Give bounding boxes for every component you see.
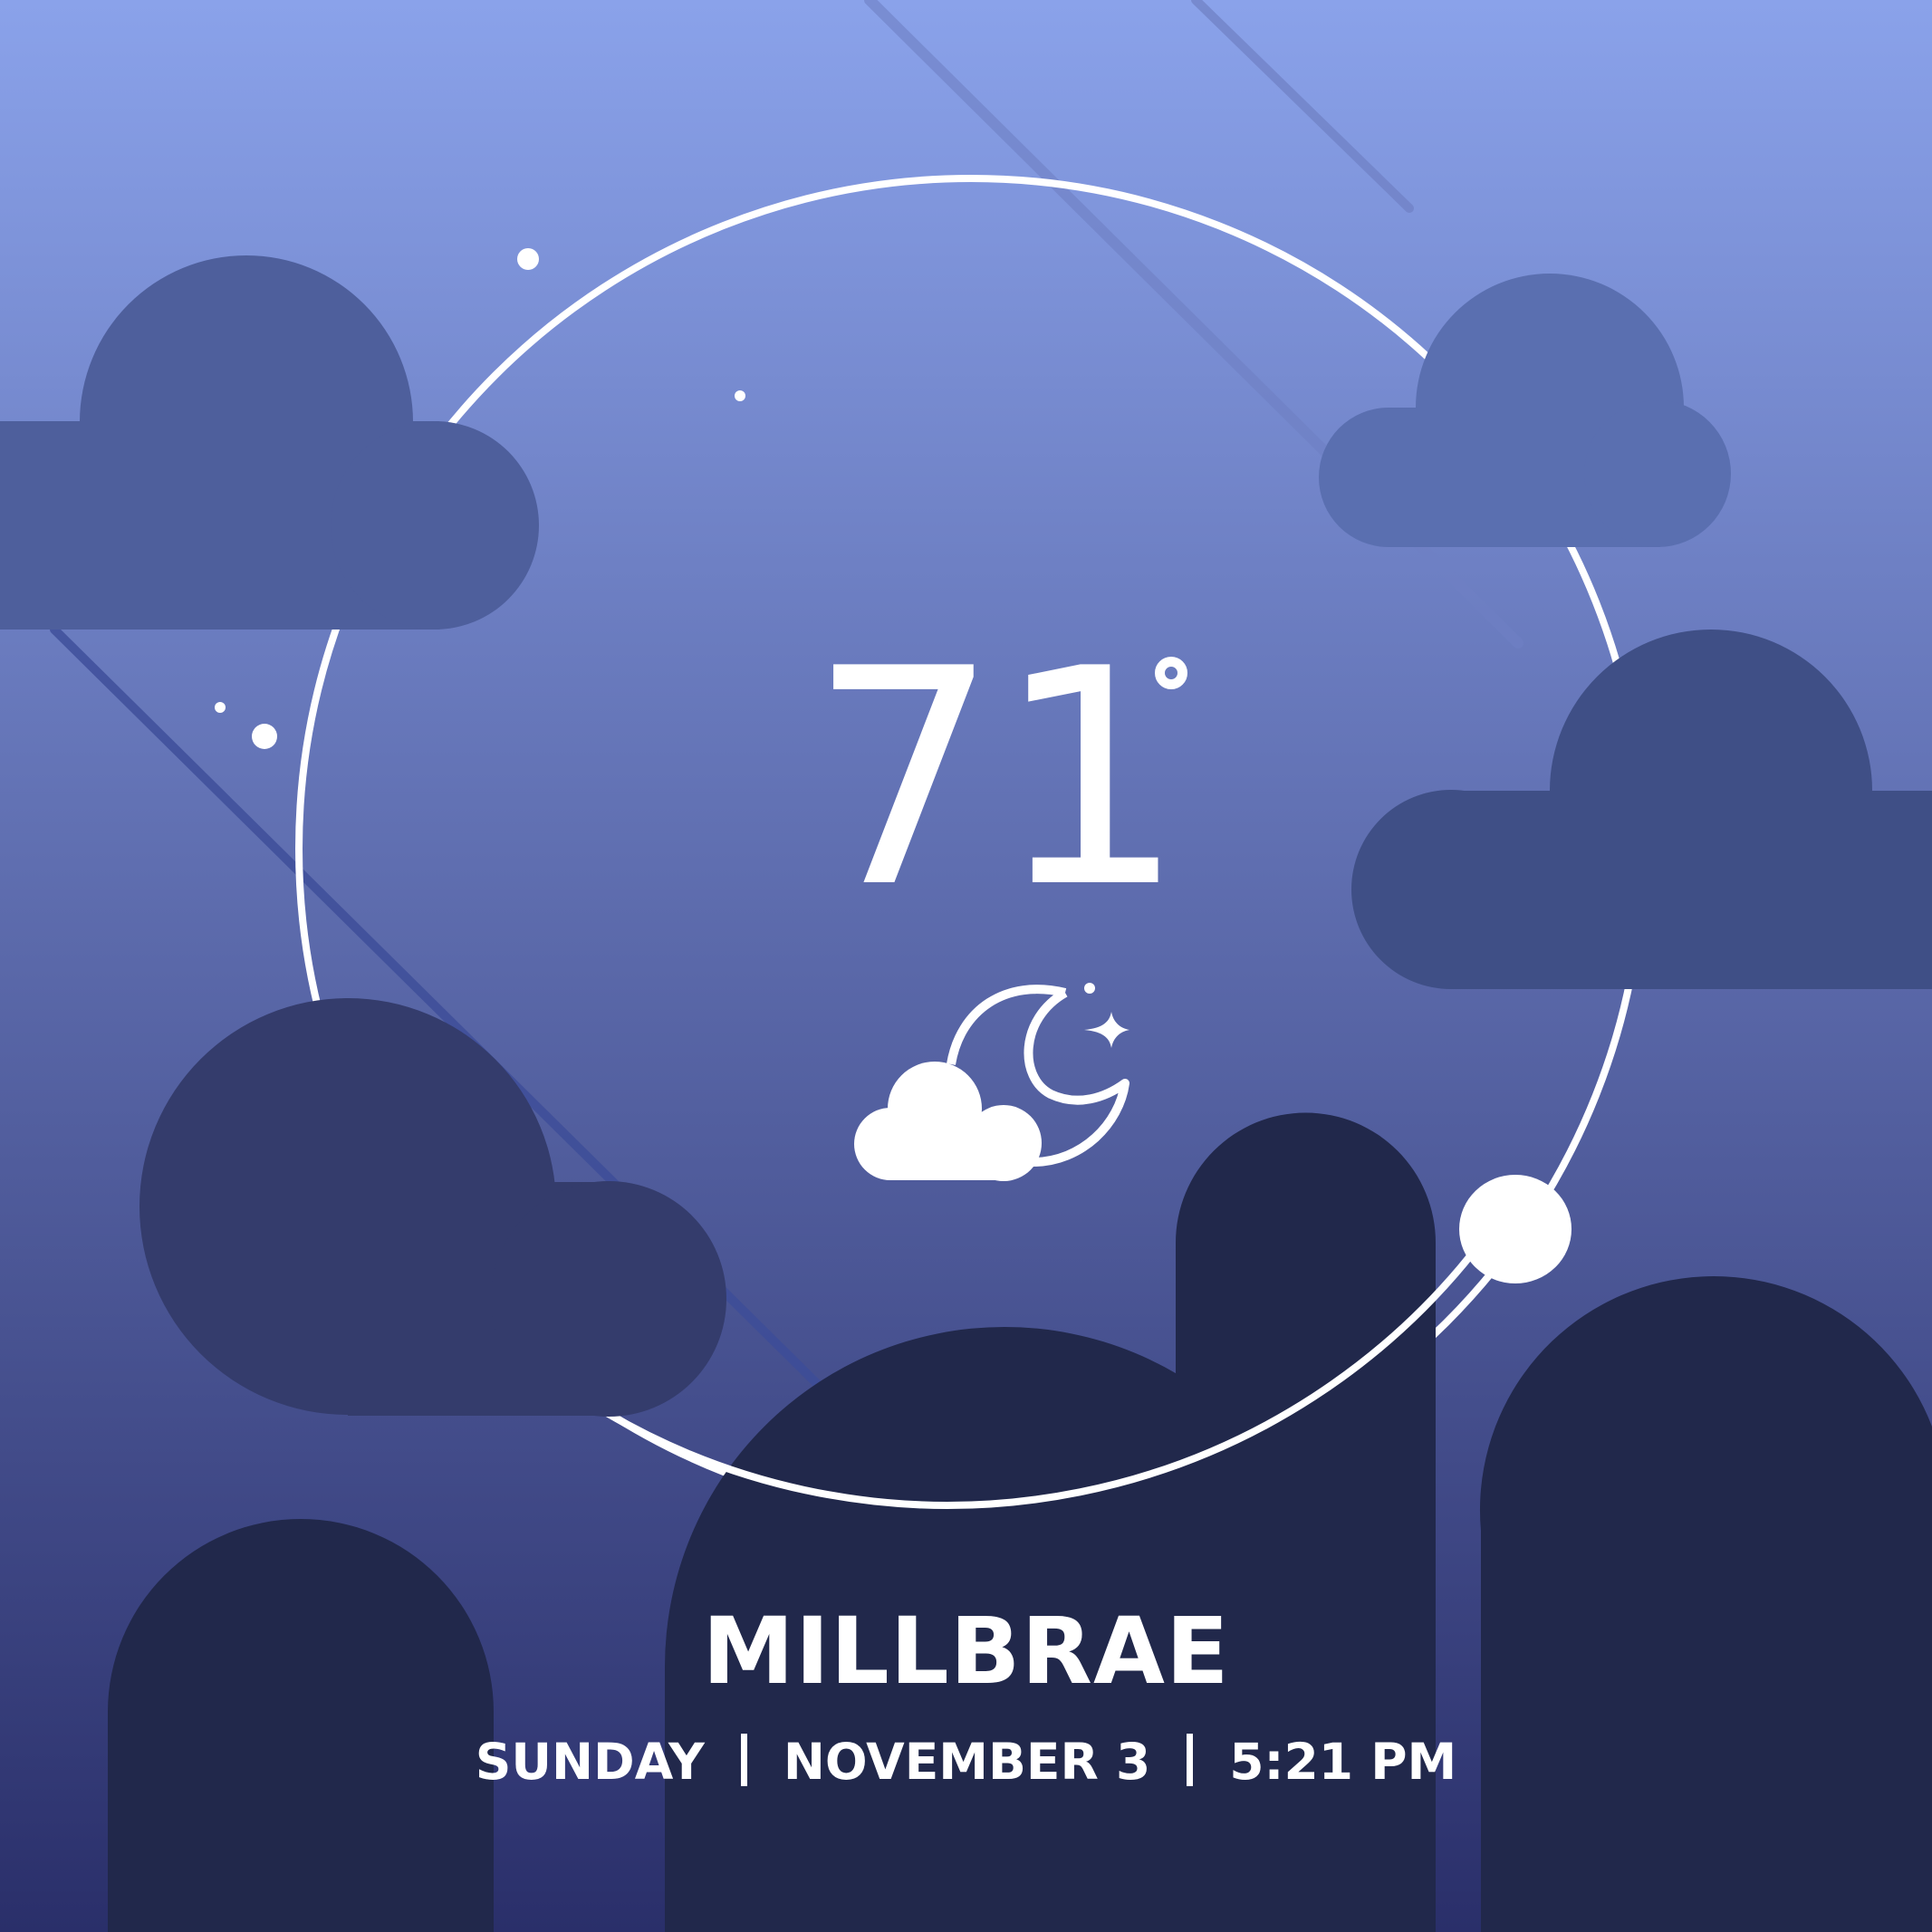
degree-symbol xyxy=(1155,657,1187,689)
hill-left xyxy=(108,1519,494,1932)
time-label: 5:21 PM xyxy=(1229,1733,1457,1791)
day-label: SUNDAY xyxy=(475,1733,705,1791)
star-dot xyxy=(252,724,277,749)
date-label: NOVEMBER 3 xyxy=(783,1733,1151,1791)
tiny-star xyxy=(1084,983,1095,994)
orbit-planet xyxy=(1459,1175,1572,1283)
weather-scene: 71 MILLBRAE SUNDAY NOVEMBER 3 5:21 PM xyxy=(0,0,1932,1932)
temperature-display: 71 xyxy=(809,630,1226,928)
star-dot xyxy=(735,390,745,401)
star-dot xyxy=(517,248,539,270)
temperature-value: 71 xyxy=(809,605,1186,953)
star-dot xyxy=(215,702,226,713)
separator xyxy=(740,1734,747,1786)
datetime-line: SUNDAY NOVEMBER 3 5:21 PM xyxy=(0,1732,1932,1792)
separator xyxy=(1187,1734,1194,1786)
city-name: MILLBRAE xyxy=(702,1598,1230,1706)
hill-tower xyxy=(1176,1112,1436,1932)
